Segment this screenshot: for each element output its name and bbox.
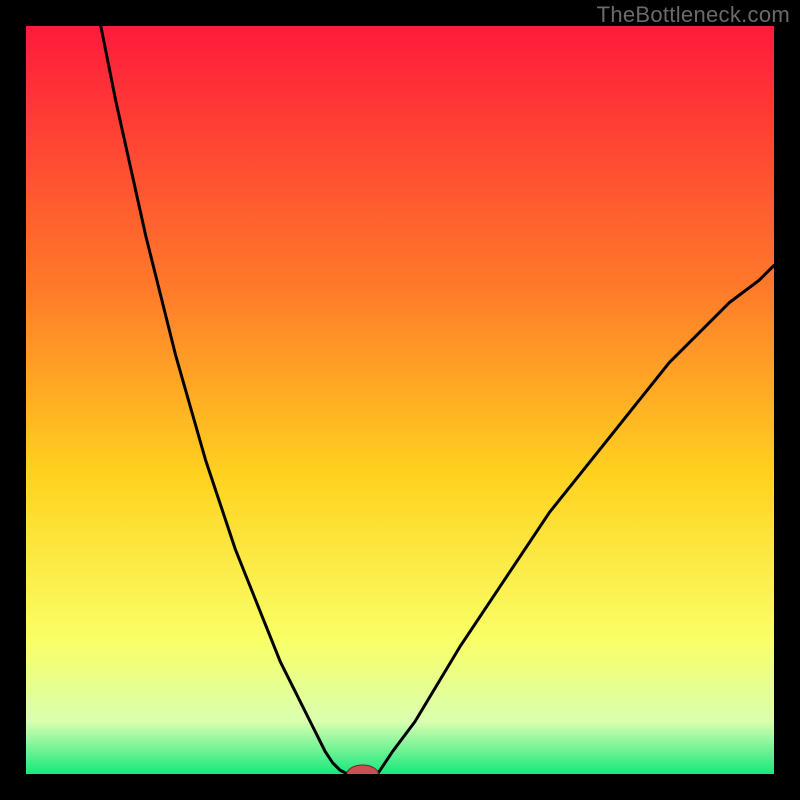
- gradient-background: [26, 26, 774, 774]
- chart-svg: [26, 26, 774, 774]
- plot-area: [26, 26, 774, 774]
- chart-container: TheBottleneck.com: [0, 0, 800, 800]
- watermark-text: TheBottleneck.com: [597, 2, 790, 28]
